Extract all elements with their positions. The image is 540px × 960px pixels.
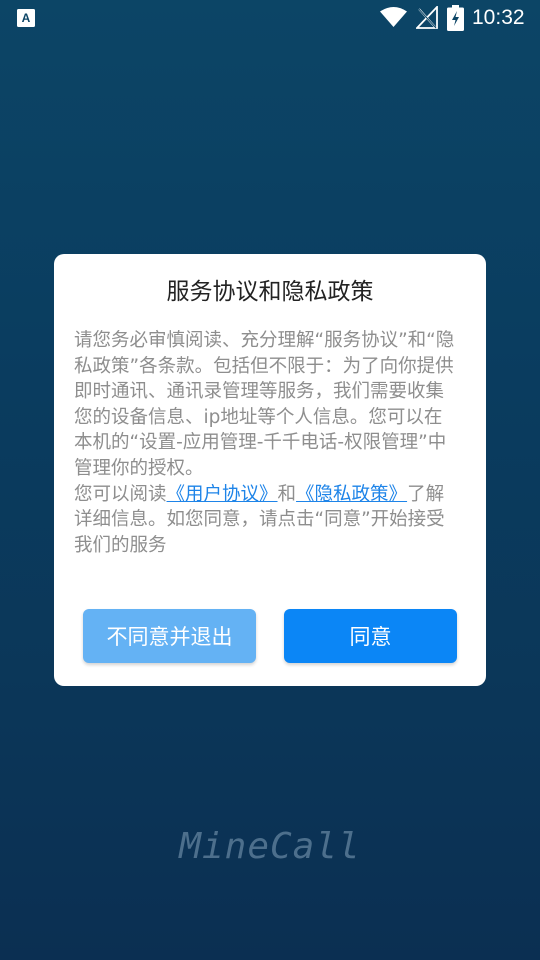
p2-and: 和 (277, 483, 297, 505)
user-agreement-link[interactable]: 《用户协议》 (167, 484, 278, 505)
wifi-icon (380, 7, 407, 27)
dialog-paragraph-1: 请您务必审慎阅读、充分理解“服务协议”和“隐私政策”各条款。包括但不限于：为了向… (74, 330, 455, 479)
privacy-dialog: 服务协议和隐私政策 请您务必审慎阅读、充分理解“服务协议”和“隐私政策”各条款。… (54, 254, 486, 686)
disagree-exit-button[interactable]: 不同意并退出 (83, 609, 256, 663)
status-time: 10:32 (472, 6, 525, 29)
svg-text:A: A (22, 11, 31, 25)
a-notification-icon: A (17, 9, 35, 27)
dialog-body: 请您务必审慎阅读、充分理解“服务协议”和“隐私政策”各条款。包括但不限于：为了向… (74, 328, 458, 558)
battery-charging-icon (447, 5, 464, 31)
status-bar: A 10:32 (0, 0, 540, 36)
dialog-paragraph-2: 您可以阅读《用户协议》和《隐私政策》了解详细信息。如您同意，请点击“同意”开始接… (74, 482, 458, 559)
no-signal-icon (416, 6, 438, 29)
p2-prefix: 您可以阅读 (74, 483, 167, 505)
brand-logo-text: MineCall (179, 826, 361, 867)
dialog-title: 服务协议和隐私政策 (166, 279, 374, 305)
privacy-policy-link[interactable]: 《隐私政策》 (296, 484, 407, 505)
agree-button[interactable]: 同意 (284, 609, 457, 663)
